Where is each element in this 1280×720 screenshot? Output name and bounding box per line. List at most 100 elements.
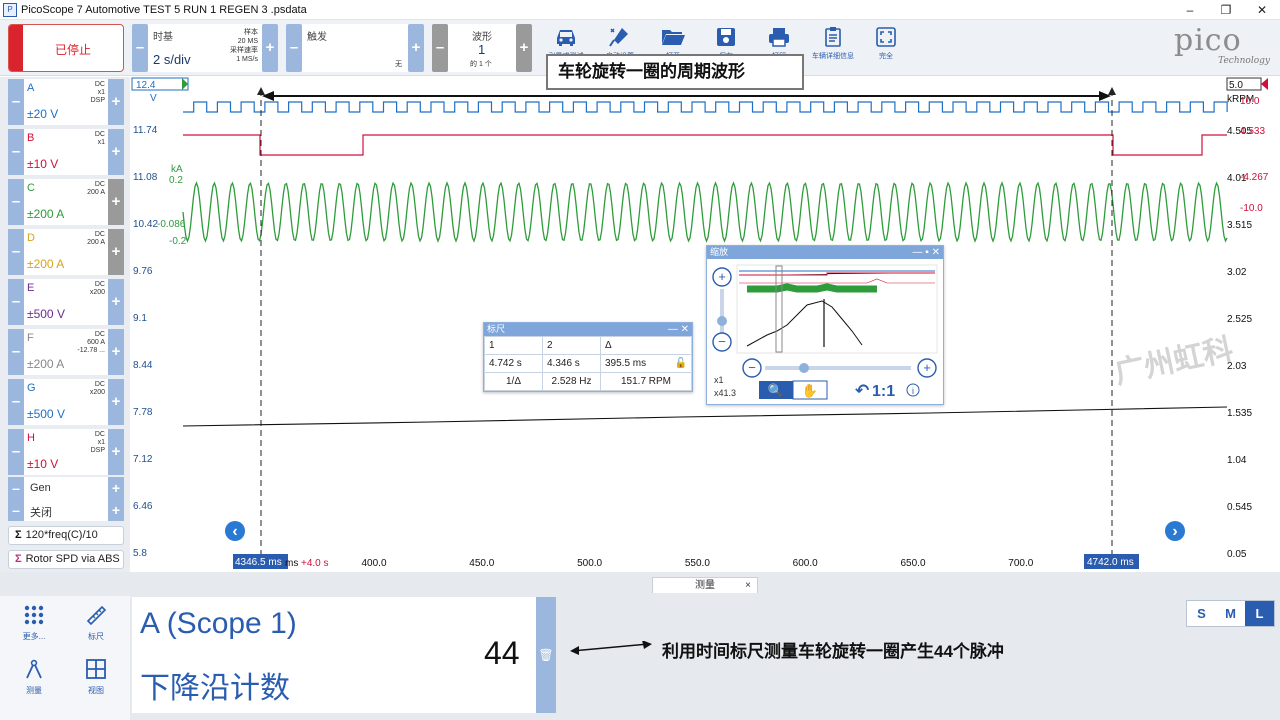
channel-a[interactable]: – A DC x1 DSP ±20 V + — [8, 79, 124, 125]
channel-c-plus-button[interactable]: + — [108, 179, 124, 225]
channel-range[interactable]: ±10 V — [27, 457, 58, 471]
channel-config: DC x200 — [90, 281, 105, 297]
undo-icon[interactable]: ↶ — [855, 381, 869, 401]
right-offset-handle-icon[interactable] — [1261, 78, 1268, 90]
channel-d-minus-button[interactable]: – — [8, 229, 24, 275]
sigma-icon: Σ — [15, 529, 22, 541]
close-tab-icon[interactable]: × — [745, 578, 751, 593]
size-medium-button[interactable]: M — [1216, 601, 1245, 626]
channel-d[interactable]: – D DC 200 A ±200 A + — [8, 229, 124, 275]
channel-range[interactable]: ±500 V — [27, 307, 65, 321]
measurements-tab[interactable]: 测量 × — [652, 577, 758, 593]
waveform-minus-button[interactable]: – — [432, 24, 448, 72]
channel-f[interactable]: – F DC 600 A -12.78 ... ±200 A + — [8, 329, 124, 375]
channel-a-plus-button[interactable]: + — [108, 79, 124, 125]
left-axis-tick: 11.74 — [133, 125, 158, 136]
vertical-zoom-thumb[interactable] — [717, 316, 727, 326]
zoom-x-factor: x1 — [714, 375, 724, 385]
channel-range[interactable]: ±20 V — [27, 107, 58, 121]
zoom-overview-window[interactable]: 缩放 — ▪ ✕ + − − + 🔍 ✋ ↶ 1:1 i x1 x41.3 — [706, 245, 944, 405]
channel-c-minus-button[interactable]: – — [8, 179, 24, 225]
ruler-top-handle[interactable] — [1108, 87, 1116, 95]
measure-button[interactable]: 测量 — [16, 658, 52, 710]
measurement-card[interactable]: A (Scope 1) 下降沿计数 44 🗑 — [132, 597, 556, 713]
channel-config: DC 200 A — [87, 181, 105, 197]
more-button[interactable]: 更多... — [16, 604, 52, 656]
channel-h[interactable]: – H DC x1 DSP ±10 V + — [8, 429, 124, 475]
channel-config: DC x1 DSP — [91, 81, 105, 105]
channel-g-minus-button[interactable]: – — [8, 379, 24, 425]
horizontal-zoom-slider[interactable] — [765, 366, 911, 370]
channel-e-plus-button[interactable]: + — [108, 279, 124, 325]
channel-h-plus-button[interactable]: + — [108, 429, 124, 475]
math-channel-button[interactable]: Σ Rotor SPD via ABS — [8, 550, 124, 569]
views-button[interactable]: 视图 — [78, 658, 114, 710]
waveform-plus-button[interactable]: + — [516, 24, 532, 72]
channel-d-plus-button[interactable]: + — [108, 229, 124, 275]
ruler-frequency: 2.528 Hz — [542, 372, 601, 391]
channel-e-minus-button[interactable]: – — [8, 279, 24, 325]
channel-b-plus-button[interactable]: + — [108, 129, 124, 175]
trash-icon[interactable]: 🗑 — [536, 597, 556, 713]
channel-f-plus-button[interactable]: + — [108, 329, 124, 375]
channel-range[interactable]: ±200 A — [27, 207, 64, 221]
minimize-button[interactable]: – — [1172, 0, 1208, 20]
scope-plot[interactable]: 12.4 V 11.74 11.08 10.42 9.76 9.1 8.44 7.78 7.12 6… — [130, 77, 1280, 572]
start-stop-button[interactable]: 已停止 — [8, 24, 124, 72]
zoom-overview-canvas[interactable]: + − − + 🔍 ✋ ↶ 1:1 i x1 x41.3 — [707, 259, 945, 405]
gen-plus-button[interactable]: + — [108, 499, 124, 521]
zoom-ratio[interactable]: 1:1 — [872, 383, 895, 400]
gen-row-0[interactable]: – Gen + — [8, 477, 124, 499]
channel-b-minus-button[interactable]: – — [8, 129, 24, 175]
right-red-axis-tick: 4.533 — [1240, 126, 1265, 137]
clipboard-icon — [825, 27, 841, 47]
horizontal-zoom-thumb[interactable] — [799, 363, 809, 373]
trigger-plus-button[interactable]: + — [408, 24, 424, 72]
ruler-delta-time: 395.5 ms 🔓 — [600, 354, 692, 373]
vehicle-details-button[interactable]: 车辆详细信息 — [810, 24, 856, 72]
channel-c[interactable]: – C DC 200 A ±200 A + — [8, 179, 124, 225]
channel-g-plus-button[interactable]: + — [108, 379, 124, 425]
channel-a-minus-button[interactable]: – — [8, 79, 24, 125]
size-small-button[interactable]: S — [1187, 601, 1216, 626]
channel-range[interactable]: ±10 V — [27, 157, 58, 171]
left-axis-tick: 10.42 — [133, 219, 158, 230]
trigger-mode[interactable]: 无 — [395, 60, 402, 69]
vertical-zoom-slider[interactable] — [720, 289, 724, 337]
scope-view[interactable]: 12.4 V 11.74 11.08 10.42 9.76 9.1 8.44 7.78 7.12 6… — [130, 77, 1280, 572]
close-button[interactable]: ✕ — [1244, 0, 1280, 20]
maximize-button[interactable]: ❐ — [1208, 0, 1244, 20]
channel-range[interactable]: ±200 A — [27, 357, 64, 371]
ka-axis-tick: 0.2 — [169, 175, 183, 186]
gen-label: 关闭 — [30, 507, 52, 519]
timebase-value[interactable]: 2 s/div — [153, 52, 191, 67]
annotation-arrow — [570, 641, 652, 655]
ruler-window-title: 标尺 — ✕ — [484, 323, 692, 336]
channel-range[interactable]: ±500 V — [27, 407, 65, 421]
gen-plus-button[interactable]: + — [108, 477, 124, 499]
ruler-1-label: 4346.5 ms — [235, 557, 282, 568]
rulers-button[interactable]: 标尺 — [78, 604, 114, 656]
ruler-top-handle[interactable] — [257, 87, 265, 95]
channel-g[interactable]: – G DC x200 ±500 V + — [8, 379, 124, 425]
print-icon — [769, 28, 789, 47]
gen-row-1[interactable]: – 关闭 + — [8, 499, 124, 521]
zoom-window-controls[interactable]: — ▪ ✕ — [913, 246, 940, 259]
ruler-window[interactable]: 标尺 — ✕ 1 2 Δ 4.742 s 4.346 s 395.5 ms 🔓 1… — [483, 322, 693, 392]
fullscreen-button[interactable]: 完全 — [863, 24, 909, 72]
channel-e[interactable]: – E DC x200 ±500 V + — [8, 279, 124, 325]
channel-b[interactable]: – B DC x1 ±10 V + — [8, 129, 124, 175]
channel-h-minus-button[interactable]: – — [8, 429, 24, 475]
unlock-icon[interactable]: 🔓 — [675, 358, 687, 369]
timebase-plus-button[interactable]: + — [262, 24, 278, 72]
channel-range[interactable]: ±200 A — [27, 257, 64, 271]
size-large-button[interactable]: L — [1245, 601, 1274, 626]
trigger-minus-button[interactable]: – — [286, 24, 302, 72]
channel-f-minus-button[interactable]: – — [8, 329, 24, 375]
measurement-value: 44 — [484, 635, 520, 671]
gen-minus-button[interactable]: – — [8, 499, 24, 521]
timebase-minus-button[interactable]: – — [132, 24, 148, 72]
math-channel-button[interactable]: Σ 120*freq(C)/10 — [8, 526, 124, 545]
ruler-window-controls[interactable]: — ✕ — [668, 323, 689, 336]
gen-minus-button[interactable]: – — [8, 477, 24, 499]
